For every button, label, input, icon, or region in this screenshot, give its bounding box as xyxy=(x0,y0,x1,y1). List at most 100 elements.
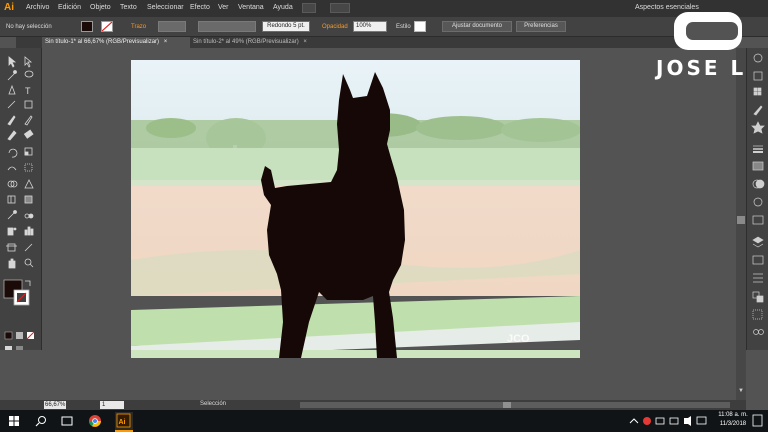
opacity-field[interactable]: 100% xyxy=(353,21,387,32)
search-icon xyxy=(35,416,46,427)
bridge-icon[interactable] xyxy=(302,3,316,13)
fill-stroke-widget xyxy=(3,279,31,306)
brand-mark-icon xyxy=(674,12,742,50)
artboard-tool-icon xyxy=(6,243,17,252)
status-text[interactable]: Selección xyxy=(200,401,226,407)
menu-objeto[interactable]: Objeto xyxy=(90,4,111,11)
style-swatch[interactable] xyxy=(414,21,426,32)
mesh-tool-icon xyxy=(7,195,16,204)
fill-swatch[interactable] xyxy=(81,21,93,32)
line-tool-icon xyxy=(7,100,16,109)
swap-arrow-icon xyxy=(25,280,31,286)
stroke-weight-field[interactable] xyxy=(158,21,186,32)
menu-ventana[interactable]: Ventana xyxy=(238,4,264,11)
menu-ver[interactable]: Ver xyxy=(218,4,229,11)
layers-icon xyxy=(752,236,764,248)
scroll-thumb[interactable] xyxy=(737,216,745,224)
artboard[interactable]: JCO xyxy=(131,60,580,358)
menu-seleccionar[interactable]: Seleccionar xyxy=(147,4,184,11)
tool-icons: T xyxy=(3,56,35,350)
illustrator-icon: Ai xyxy=(115,412,133,432)
shape-builder-icon xyxy=(7,180,18,188)
hand-tool-icon xyxy=(8,258,16,269)
lasso-icon xyxy=(24,70,34,78)
stroke-panel-icon xyxy=(753,145,763,153)
selection-status: No hay selección xyxy=(6,24,52,30)
windows-start-icon xyxy=(9,416,19,426)
tab-close-icon[interactable]: × xyxy=(303,39,307,45)
variable-width-profile[interactable] xyxy=(198,21,256,32)
preferences-button[interactable]: Preferencias xyxy=(516,21,566,32)
brush-label: Redondo 5 pt. xyxy=(267,23,305,29)
horizontal-scroll-thumb[interactable] xyxy=(503,402,511,408)
transform-icon xyxy=(752,309,763,320)
zoom-tool-icon xyxy=(24,258,34,268)
artboards-icon xyxy=(752,255,764,265)
tab-label: Sin título-2* al 49% (RGB/Previsualizar) xyxy=(193,39,299,45)
opacity-label[interactable]: Opacidad xyxy=(322,24,348,30)
graphic-styles-icon xyxy=(752,215,764,225)
tab-document-1[interactable]: Sin título-1* al 66,67% (RGB/Previsualiz… xyxy=(42,37,190,48)
brushes-icon xyxy=(753,105,763,116)
stroke-label[interactable]: Trazo xyxy=(131,24,146,30)
stroke-swatch[interactable] xyxy=(101,21,113,32)
selection-tool-icon xyxy=(8,56,17,68)
eyedropper-icon xyxy=(7,210,17,220)
gradient-panel-icon xyxy=(752,161,764,171)
gradient-tool-icon xyxy=(24,195,33,204)
direct-selection-tool-icon xyxy=(24,56,33,68)
taskbar: Ai 11:08 a. m. 11/3/2018 xyxy=(0,410,768,432)
artboard-number-field[interactable]: 1 xyxy=(100,401,124,409)
rectangle-tool-icon xyxy=(24,100,33,109)
menu-texto[interactable]: Texto xyxy=(120,4,137,11)
menu-archivo[interactable]: Archivo xyxy=(26,4,49,11)
tab-label: Sin título-1* al 66,67% (RGB/Previsualiz… xyxy=(45,39,160,45)
pen-tool-icon xyxy=(8,84,16,95)
app-logo[interactable]: Ai xyxy=(4,2,18,14)
menu-ayuda[interactable]: Ayuda xyxy=(273,4,293,11)
eraser-icon xyxy=(23,129,34,139)
svg-text:Ai: Ai xyxy=(119,419,126,426)
svg-text:T: T xyxy=(25,86,31,96)
slice-tool-icon xyxy=(24,243,33,252)
scroll-down-icon[interactable]: ▼ xyxy=(738,388,744,394)
toolbox: T xyxy=(0,48,42,350)
adjust-document-button[interactable]: Ajustar documento xyxy=(442,21,512,32)
brand-name: JOSE L xyxy=(656,56,747,80)
zoom-field[interactable]: 66,67% xyxy=(44,401,66,409)
symbol-sprayer-icon xyxy=(7,227,17,236)
perspective-grid-icon xyxy=(24,179,34,189)
pencil-icon xyxy=(24,115,33,126)
rotate-tool-icon xyxy=(8,148,18,158)
artboard-artwork: JCO xyxy=(131,60,580,358)
document-tabs: Sin título-1* al 66,67% (RGB/Previsualiz… xyxy=(16,37,736,48)
scale-tool-icon xyxy=(24,147,33,156)
blob-brush-icon xyxy=(7,130,17,141)
drawing-mode-icons xyxy=(5,346,23,350)
arrange-documents-icon[interactable] xyxy=(330,3,350,13)
panel-dock xyxy=(746,48,768,350)
clock-date[interactable]: 11/3/2018 xyxy=(716,421,750,427)
vertical-scrollbar[interactable]: ▼ xyxy=(736,48,746,400)
free-transform-icon xyxy=(24,163,33,172)
column-graph-icon xyxy=(24,226,34,236)
tab-document-2[interactable]: Sin título-2* al 49% (RGB/Previsualizar)… xyxy=(190,37,340,48)
clock-time[interactable]: 11:08 a. m. xyxy=(716,412,750,418)
panel-icons xyxy=(751,53,765,335)
blend-tool-icon xyxy=(24,213,34,219)
taskbar-icons: Ai xyxy=(9,412,763,432)
menu-efecto[interactable]: Efecto xyxy=(190,4,210,11)
swatches-icon xyxy=(753,87,762,96)
tab-close-icon[interactable]: × xyxy=(164,39,168,45)
pathfinder-icon xyxy=(752,291,764,303)
horizontal-scrollbar[interactable] xyxy=(300,402,730,408)
task-view-icon xyxy=(61,416,73,426)
width-tool-icon xyxy=(7,166,17,171)
menu-edicion[interactable]: Edición xyxy=(58,4,81,11)
brush-definition[interactable]: Redondo 5 pt. xyxy=(262,21,310,32)
appearance-icon xyxy=(753,197,763,207)
align-icon xyxy=(753,273,763,283)
type-tool-icon: T xyxy=(25,86,31,96)
watermark: JCO xyxy=(507,333,530,345)
status-bar: 66,67% 1 Selección xyxy=(0,400,746,410)
